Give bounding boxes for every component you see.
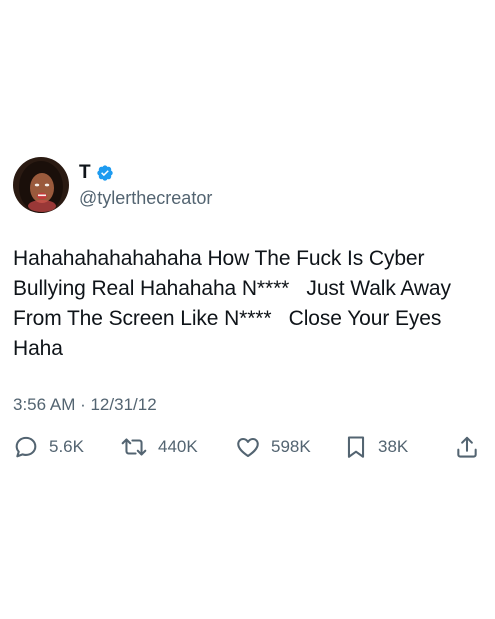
reply-button[interactable]: 5.6K xyxy=(13,432,84,462)
like-count: 598K xyxy=(271,437,311,456)
like-icon xyxy=(235,434,261,460)
tweet-header: T @tylerthecreator xyxy=(13,156,212,214)
verified-badge-icon[interactable] xyxy=(96,164,114,182)
share-icon xyxy=(454,434,480,460)
display-name[interactable]: T xyxy=(79,162,91,184)
retweet-button[interactable]: 440K xyxy=(120,432,198,462)
retweet-icon xyxy=(120,434,148,460)
tweet-timestamp[interactable]: 3:56 AM · 12/31/12 xyxy=(13,393,157,417)
like-button[interactable]: 598K xyxy=(235,432,311,462)
tweet-actions: 5.6K 440K 598K 38K xyxy=(13,432,483,462)
bookmark-button[interactable]: 38K xyxy=(344,432,408,462)
retweet-count: 440K xyxy=(158,437,198,456)
share-button[interactable] xyxy=(454,432,480,462)
user-names: T @tylerthecreator xyxy=(79,161,212,209)
tweet-text: Hahahahahahahaha How The Fuck Is Cyber B… xyxy=(13,247,457,360)
reply-icon xyxy=(13,434,39,460)
user-handle[interactable]: @tylerthecreator xyxy=(79,187,212,209)
tweet-card: T @tylerthecreator Hahahahahahahaha How … xyxy=(0,0,495,619)
bookmark-icon xyxy=(344,434,368,460)
bookmark-count: 38K xyxy=(378,437,409,456)
name-row: T xyxy=(79,161,212,185)
avatar[interactable] xyxy=(13,157,69,213)
reply-count: 5.6K xyxy=(49,437,84,456)
